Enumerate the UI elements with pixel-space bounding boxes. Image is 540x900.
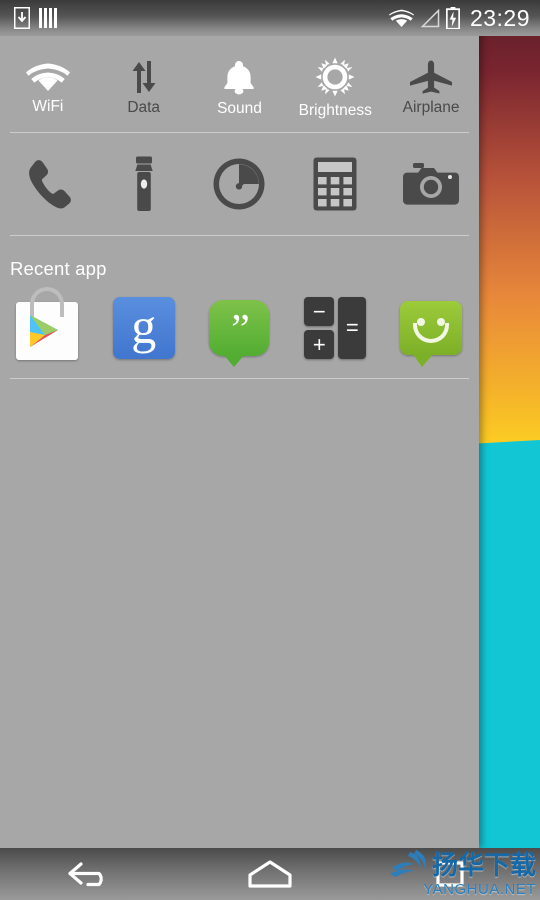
- download-icon: [14, 7, 30, 29]
- nav-home-button[interactable]: [180, 858, 360, 890]
- calculator-app-icon: − + =: [304, 297, 367, 359]
- divider-3: [10, 378, 469, 379]
- shortcut-timer[interactable]: [192, 133, 288, 235]
- google-glyph: g: [131, 298, 157, 354]
- navigation-bar: [0, 848, 540, 900]
- shortcuts-row: [0, 133, 479, 235]
- wifi-icon: [25, 63, 70, 92]
- shortcut-flashlight[interactable]: [96, 133, 192, 235]
- bell-icon: [224, 61, 255, 95]
- hangouts-glyph: ”: [231, 307, 250, 353]
- toggle-label: WiFi: [32, 98, 64, 116]
- toggle-airplane[interactable]: Airplane: [383, 44, 479, 132]
- recent-app-messaging[interactable]: [383, 296, 479, 367]
- toggle-label: Data: [127, 99, 161, 117]
- quick-toggles-row: WiFi Data Sound Brightness Airplane: [0, 36, 479, 132]
- status-bar-right-icons: 23:29: [388, 4, 540, 31]
- play-store-icon: [15, 287, 80, 360]
- status-bar-left-icons: [0, 7, 57, 29]
- home-icon: [248, 860, 292, 888]
- messaging-icon: [400, 301, 463, 367]
- shortcut-phone[interactable]: [0, 133, 96, 235]
- calc-key-equals: =: [338, 297, 367, 359]
- toggle-label: Sound: [217, 100, 262, 118]
- recents-icon: [436, 861, 464, 887]
- calc-key-minus: −: [304, 297, 335, 326]
- timer-icon: [213, 158, 265, 210]
- nav-recents-button[interactable]: [360, 858, 540, 890]
- wifi-icon: [388, 9, 414, 27]
- status-bar: 23:29: [0, 0, 540, 36]
- phone-icon: [28, 160, 71, 209]
- bars-icon: [39, 8, 57, 28]
- calc-key-plus: +: [304, 330, 335, 359]
- toggle-brightness[interactable]: Brightness: [287, 44, 383, 132]
- shortcut-camera[interactable]: [383, 133, 479, 235]
- quick-settings-panel: WiFi Data Sound Brightness Airplane Rece…: [0, 0, 479, 848]
- toggle-wifi[interactable]: WiFi: [0, 44, 96, 132]
- flashlight-icon: [134, 156, 153, 211]
- data-sync-icon: [132, 61, 156, 94]
- hangouts-icon: ”: [209, 300, 270, 367]
- battery-charging-icon: [445, 7, 460, 29]
- nav-back-button[interactable]: [0, 858, 180, 890]
- toggle-sound[interactable]: Sound: [192, 44, 288, 132]
- signal-icon: [420, 8, 440, 27]
- toggle-data[interactable]: Data: [96, 44, 192, 132]
- back-icon: [68, 862, 103, 887]
- google-search-icon: g: [112, 297, 175, 359]
- recent-app-hangouts[interactable]: ”: [192, 296, 288, 367]
- airplane-icon: [410, 60, 453, 94]
- camera-icon: [403, 163, 460, 205]
- recent-app-play-store[interactable]: [0, 287, 96, 360]
- toggle-label: Airplane: [402, 99, 460, 117]
- recent-app-google[interactable]: g: [96, 296, 192, 360]
- toggle-label: Brightness: [298, 102, 372, 120]
- calculator-icon: [313, 157, 357, 211]
- recent-app-title: Recent app: [10, 258, 107, 279]
- messaging-smile: [413, 323, 450, 343]
- sun-icon: [315, 57, 355, 97]
- shortcut-calculator[interactable]: [287, 133, 383, 235]
- recent-app-calculator[interactable]: − + =: [287, 296, 383, 360]
- status-bar-clock: 23:29: [469, 4, 530, 31]
- recent-apps-row: g ” − + =: [0, 280, 479, 378]
